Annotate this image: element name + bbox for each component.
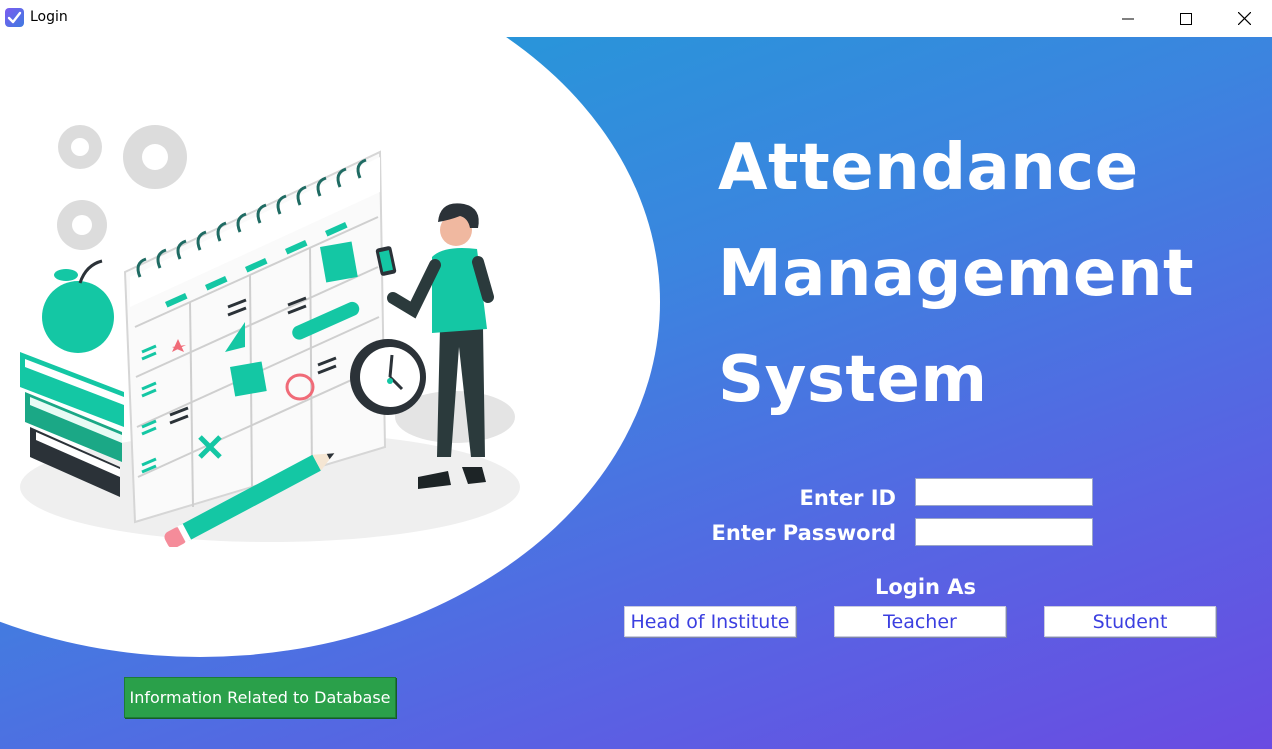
minimize-icon <box>1122 18 1134 19</box>
head-of-institute-button[interactable]: Head of Institute <box>624 606 796 637</box>
calendar-illustration <box>20 125 520 547</box>
checkbox-app-icon <box>5 8 24 27</box>
maximize-button[interactable] <box>1157 0 1215 37</box>
app-heading: Attendance Management System <box>718 115 1194 433</box>
student-button[interactable]: Student <box>1044 606 1216 637</box>
teacher-button[interactable]: Teacher <box>834 606 1006 637</box>
id-input[interactable] <box>915 478 1093 506</box>
password-label: Enter Password <box>711 521 896 545</box>
heading-line-1: Attendance <box>718 131 1139 205</box>
window-title: Login <box>30 9 68 25</box>
close-button[interactable] <box>1215 0 1272 37</box>
title-bar: Login <box>0 0 1272 37</box>
password-input[interactable] <box>915 518 1093 546</box>
gear-icon <box>57 125 187 250</box>
minimize-button[interactable] <box>1099 0 1157 37</box>
clock-icon <box>350 339 426 415</box>
heading-line-2: Management <box>718 237 1195 311</box>
login-panel: Attendance Management System Enter ID En… <box>0 37 1272 749</box>
id-label: Enter ID <box>799 486 897 510</box>
close-icon <box>1237 12 1251 25</box>
login-as-label: Login As <box>875 575 977 599</box>
maximize-icon <box>1180 12 1192 25</box>
database-info-button[interactable]: Information Related to Database <box>124 677 396 718</box>
heading-line-3: System <box>718 343 988 417</box>
